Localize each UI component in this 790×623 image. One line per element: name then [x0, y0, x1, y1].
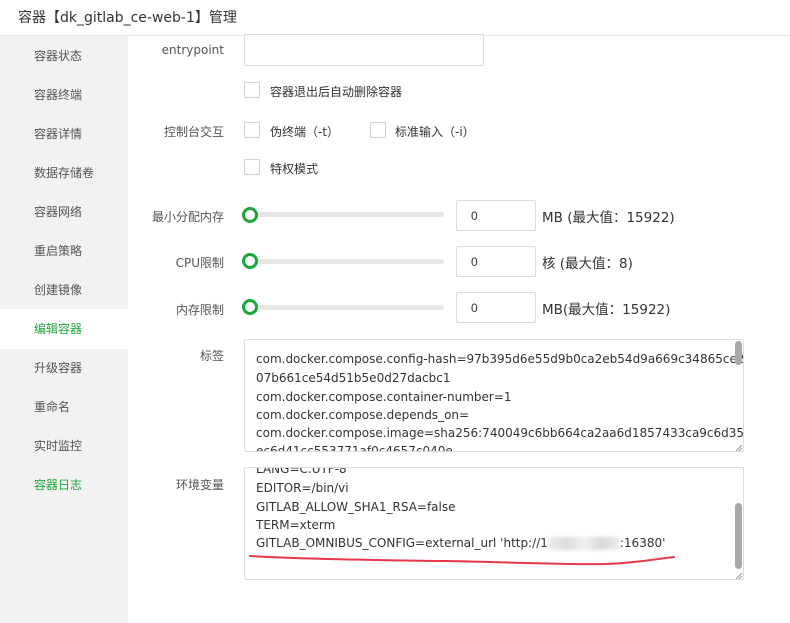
entrypoint-label: entrypoint: [161, 43, 224, 57]
sidebar: 容器状态 容器终端 容器详情 数据存储卷 容器网络 重启策略 创建镜像 编辑容器…: [0, 36, 128, 623]
cpu-limit-slider-handle[interactable]: [242, 253, 258, 269]
privileged-checkbox[interactable]: [244, 159, 260, 175]
privileged-label: 特权模式: [270, 162, 319, 176]
env-line: TERM=xterm: [256, 518, 336, 532]
labels-line: 07b661ce54d51b5e0d27dacbc1: [256, 371, 451, 385]
labels-line: ec6d41cc553771af0c4657c040e: [256, 444, 453, 452]
sidebar-item-create-image[interactable]: 创建镜像: [0, 270, 128, 310]
labels-line: com.docker.compose.depends_on=: [256, 408, 470, 422]
stdin-label: 标准输入（-i）: [395, 125, 475, 139]
env-line: GITLAB_ALLOW_SHA1_RSA=false: [256, 500, 456, 514]
tty-checkbox[interactable]: [244, 122, 260, 138]
min-memory-input[interactable]: [456, 200, 536, 231]
sidebar-item-restart-policy[interactable]: 重启策略: [0, 231, 128, 271]
dialog-title: 容器【dk_gitlab_ce-web-1】管理: [18, 10, 237, 26]
cpu-limit-unit: 核 (最大值：8): [542, 256, 633, 272]
sidebar-item-container-details[interactable]: 容器详情: [0, 114, 128, 154]
env-line: EDITOR=/bin/vi: [256, 481, 349, 495]
env-line: LANG=C.UTF-8: [256, 467, 347, 476]
sidebar-item-monitor[interactable]: 实时监控: [0, 426, 128, 466]
labels-line: com.docker.compose.image=sha256:740049c6…: [256, 426, 744, 440]
console-label: 控制台交互: [163, 125, 224, 139]
labels-scrollbar[interactable]: [735, 341, 742, 365]
memory-limit-label: 内存限制: [175, 303, 224, 317]
labels-line: com.docker.compose.config-hash=97b395d6e…: [256, 352, 744, 366]
labels-line: com.docker.compose.container-number=1: [256, 390, 512, 404]
sidebar-item-container-logs[interactable]: 容器日志: [0, 465, 128, 505]
min-memory-slider[interactable]: [244, 212, 444, 217]
memory-limit-slider[interactable]: [244, 305, 444, 310]
sidebar-item-edit-container[interactable]: 编辑容器: [0, 309, 128, 349]
auto-remove-label: 容器退出后自动删除容器: [270, 85, 403, 99]
min-memory-unit: MB (最大值：15922): [542, 210, 675, 226]
annotation-underline: [249, 555, 675, 566]
auto-remove-checkbox[interactable]: [244, 82, 260, 98]
env-scrollbar[interactable]: [735, 503, 742, 569]
stdin-checkbox[interactable]: [370, 122, 386, 138]
labels-textarea[interactable]: com.docker.compose.config-hash=97b395d6e…: [244, 339, 744, 452]
cpu-limit-slider[interactable]: [244, 259, 444, 264]
min-memory-slider-handle[interactable]: [242, 207, 258, 223]
sidebar-item-volumes[interactable]: 数据存储卷: [0, 153, 128, 193]
tty-label: 伪终端（-t）: [270, 125, 340, 139]
cpu-limit-label: CPU限制: [175, 256, 224, 270]
cpu-limit-input[interactable]: [456, 246, 536, 277]
resize-handle-icon[interactable]: [735, 572, 743, 580]
env-label: 环境变量: [175, 478, 224, 492]
sidebar-item-container-terminal[interactable]: 容器终端: [0, 75, 128, 115]
memory-limit-slider-handle[interactable]: [242, 299, 258, 315]
sidebar-item-network[interactable]: 容器网络: [0, 192, 128, 232]
labels-label: 标签: [199, 349, 224, 363]
dialog-titlebar: 容器【dk_gitlab_ce-web-1】管理: [0, 0, 790, 36]
sidebar-item-upgrade-container[interactable]: 升级容器: [0, 348, 128, 388]
min-memory-label: 最小分配内存: [151, 210, 224, 224]
sidebar-item-rename[interactable]: 重命名: [0, 387, 128, 427]
resize-handle-icon[interactable]: [735, 444, 743, 452]
memory-limit-unit: MB(最大值：15922): [542, 302, 671, 318]
sidebar-item-container-status[interactable]: 容器状态: [0, 36, 128, 76]
memory-limit-input[interactable]: [456, 292, 536, 323]
entrypoint-input[interactable]: [244, 34, 484, 66]
edit-container-form: entrypoint 容器退出后自动删除容器 控制台交互 伪终端（-t） 标准输…: [128, 34, 790, 623]
